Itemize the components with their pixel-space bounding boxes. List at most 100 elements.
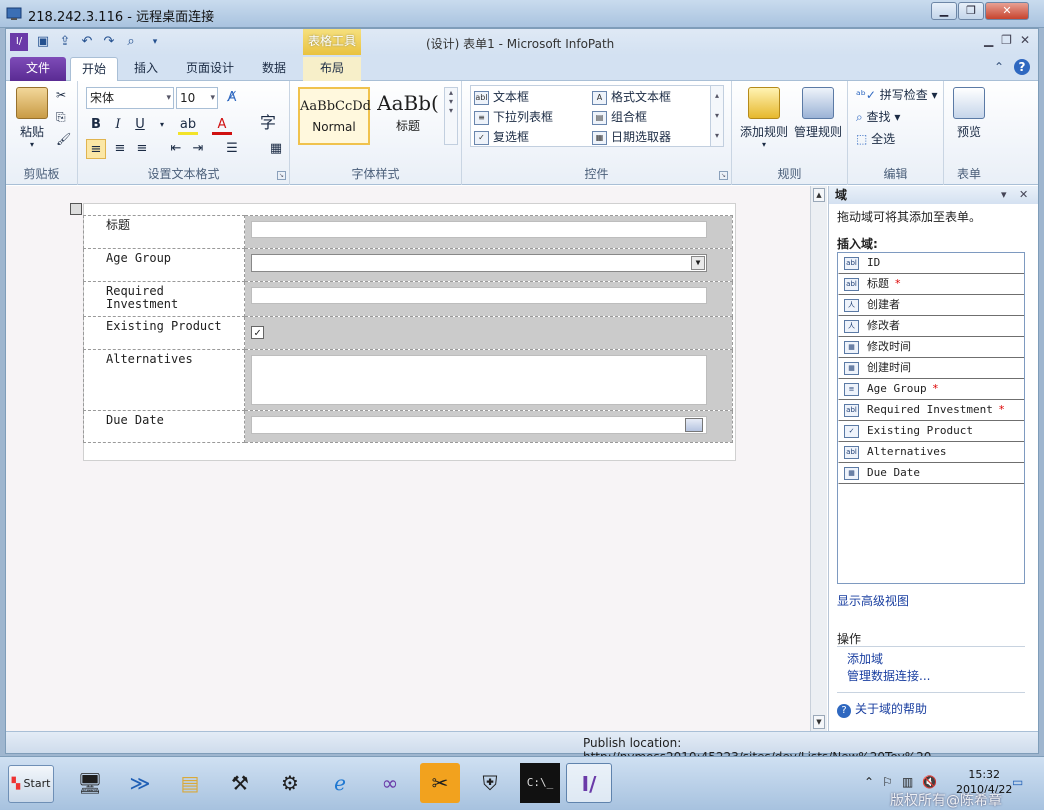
app-minimize-icon[interactable]: ▁ (984, 33, 993, 47)
shield-icon[interactable]: ⛨ (470, 763, 510, 803)
style-heading[interactable]: AaBb( 标题 (372, 87, 444, 145)
publish-icon[interactable]: ⇪ (56, 33, 74, 51)
align-left-icon[interactable]: ≡ (86, 139, 106, 159)
decrease-indent-icon[interactable]: ⇤ (166, 139, 186, 159)
italic-button[interactable]: I (108, 115, 128, 135)
command-prompt-icon[interactable]: C:\_ (520, 763, 560, 803)
cut-icon[interactable]: ✂ (56, 85, 66, 105)
borders-icon[interactable]: ▦ (266, 139, 286, 159)
server-manager-icon[interactable]: 🖥 (70, 763, 110, 803)
powershell-icon[interactable]: ≫ (120, 763, 160, 803)
calendar-icon[interactable] (685, 418, 703, 432)
pane-close-icon[interactable]: ✕ (1019, 186, 1028, 204)
app-close-icon[interactable]: ✕ (1020, 33, 1030, 47)
bullets-icon[interactable]: ☰ (222, 139, 242, 159)
form-cell[interactable] (244, 281, 733, 317)
chevron-down-icon[interactable]: ▼ (691, 256, 705, 270)
field-list-item[interactable]: 人创建者 (838, 295, 1024, 316)
select-all-button[interactable]: ⬚ 全选 (856, 129, 895, 149)
network-icon[interactable]: ▥ (902, 775, 913, 789)
paste-dropdown-icon[interactable]: ▾ (14, 140, 50, 149)
copy-icon[interactable]: ⎘ (56, 107, 66, 127)
table-select-handle[interactable] (70, 203, 82, 215)
field-list-item[interactable]: ▦ 修改时间 (838, 337, 1024, 358)
field-list-item[interactable]: ▦ Due Date (838, 463, 1024, 484)
required-investment-textbox[interactable] (251, 287, 707, 304)
redo-icon[interactable]: ↷ (100, 33, 118, 51)
alternatives-textarea[interactable] (251, 355, 707, 405)
scroll-up-icon[interactable]: ▲ (813, 188, 825, 202)
age-group-dropdown[interactable]: ▼ (251, 254, 707, 272)
field-label-existing-product[interactable]: Existing Product (83, 316, 245, 350)
field-label-alternatives[interactable]: Alternatives (83, 349, 245, 411)
customize-qat-icon[interactable]: ▾ (146, 33, 164, 51)
settings-gear-icon[interactable]: ⚙ (270, 763, 310, 803)
infopath-taskbar-icon[interactable]: I/ (566, 763, 612, 803)
tab-insert[interactable]: 插入 (124, 57, 168, 81)
explorer-icon[interactable]: ▤ (170, 763, 210, 803)
tab-file[interactable]: 文件 (10, 57, 66, 81)
bold-button[interactable]: B (86, 115, 106, 135)
control-date-picker[interactable]: ▦ 日期选取器 (592, 127, 671, 147)
tools-icon[interactable]: ✂ (420, 763, 460, 803)
minimize-button[interactable]: ▁ (931, 2, 957, 20)
field-help-link[interactable]: ? 关于域的帮助 (837, 700, 927, 718)
start-button[interactable]: ▚ Start (8, 765, 54, 803)
flag-icon[interactable]: ⚐ (882, 775, 893, 789)
title-textbox[interactable] (251, 221, 707, 238)
control-dropdown-list[interactable]: ≡ 下拉列表框 (474, 107, 553, 127)
add-rule-button[interactable]: 添加规则 ▾ (738, 87, 790, 149)
field-list-item[interactable]: abl 标题 * (838, 274, 1024, 295)
pane-menu-icon[interactable]: ▾ (1001, 186, 1007, 204)
show-hidden-icons-icon[interactable]: ⌃ (864, 775, 874, 789)
admin-tools-icon[interactable]: ⚒ (220, 763, 260, 803)
control-combo-box[interactable]: ▤ 组合框 (592, 107, 647, 127)
controls-dialog-launcher-icon[interactable]: ↘ (719, 171, 728, 180)
maximize-button[interactable]: ❐ (958, 2, 984, 20)
canvas-scrollbar[interactable]: ▲ ▼ (810, 186, 827, 731)
field-list-item[interactable]: abl ID (838, 253, 1024, 274)
form-cell[interactable] (244, 349, 733, 411)
manage-rules-button[interactable]: 管理规则 (792, 87, 844, 140)
spell-check-button[interactable]: ᵃᵇ✓ 拼写检查 ▾ (856, 85, 938, 105)
field-list-item[interactable]: ≡ Age Group * (838, 379, 1024, 400)
control-textbox[interactable]: abl 文本框 (474, 87, 529, 107)
tab-data[interactable]: 数据 (252, 57, 296, 81)
control-checkbox[interactable]: ✓ 复选框 (474, 127, 529, 147)
form-design-canvas[interactable]: 标题 Age Group ▼ Required Investment Exist… (6, 186, 810, 731)
existing-product-checkbox[interactable]: ✓ (251, 326, 264, 339)
format-painter-icon[interactable]: 🖌 (56, 129, 71, 149)
scroll-down-icon[interactable]: ▼ (813, 715, 825, 729)
tab-layout[interactable]: 布局 (303, 57, 361, 81)
preview-button[interactable]: 预览 (948, 87, 990, 140)
highlight-icon[interactable]: ab (178, 115, 198, 135)
font-size-combo[interactable]: 10 ▾ (176, 87, 218, 109)
manage-data-connections-link[interactable]: 管理数据连接... (847, 667, 930, 684)
styles-gallery-scroll[interactable]: ▴ ▾ ▾ (444, 87, 458, 145)
due-date-picker[interactable] (251, 416, 707, 434)
field-list-item[interactable]: ✓ Existing Product (838, 421, 1024, 442)
find-button[interactable]: ⌕ 查找 ▾ (856, 107, 900, 127)
tab-home[interactable]: 开始 (70, 57, 118, 81)
field-label-age-group[interactable]: Age Group (83, 248, 245, 282)
char-format-button[interactable]: 字 (258, 113, 278, 133)
style-normal[interactable]: AaBbCcDd Normal (298, 87, 371, 145)
controls-gallery-scroll[interactable]: ▴ ▾ ▾ (710, 85, 724, 147)
underline-button[interactable]: U (130, 115, 150, 135)
underline-dropdown-icon[interactable]: ▾ (152, 115, 172, 135)
infopath-logo-icon[interactable]: I/ (10, 33, 28, 51)
font-name-combo[interactable]: 宋体 ▾ (86, 87, 174, 109)
minimize-ribbon-icon[interactable]: ⌃ (994, 60, 1004, 74)
add-field-link[interactable]: 添加域 (847, 650, 883, 667)
close-button[interactable]: ✕ (985, 2, 1029, 20)
save-icon[interactable]: ▣ (34, 33, 52, 51)
control-rich-textbox[interactable]: A 格式文本框 (592, 87, 671, 107)
help-icon[interactable]: ? (1014, 59, 1030, 75)
app-restore-icon[interactable]: ❐ (1001, 33, 1012, 47)
undo-icon[interactable]: ↶ (78, 33, 96, 51)
paste-button[interactable]: 粘贴 ▾ (14, 87, 50, 149)
font-color-icon[interactable]: A (212, 115, 232, 135)
align-right-icon[interactable]: ≡ (132, 139, 152, 159)
clear-format-icon[interactable]: A̸ (222, 88, 242, 108)
show-advanced-view-link[interactable]: 显示高级视图 (837, 592, 909, 609)
